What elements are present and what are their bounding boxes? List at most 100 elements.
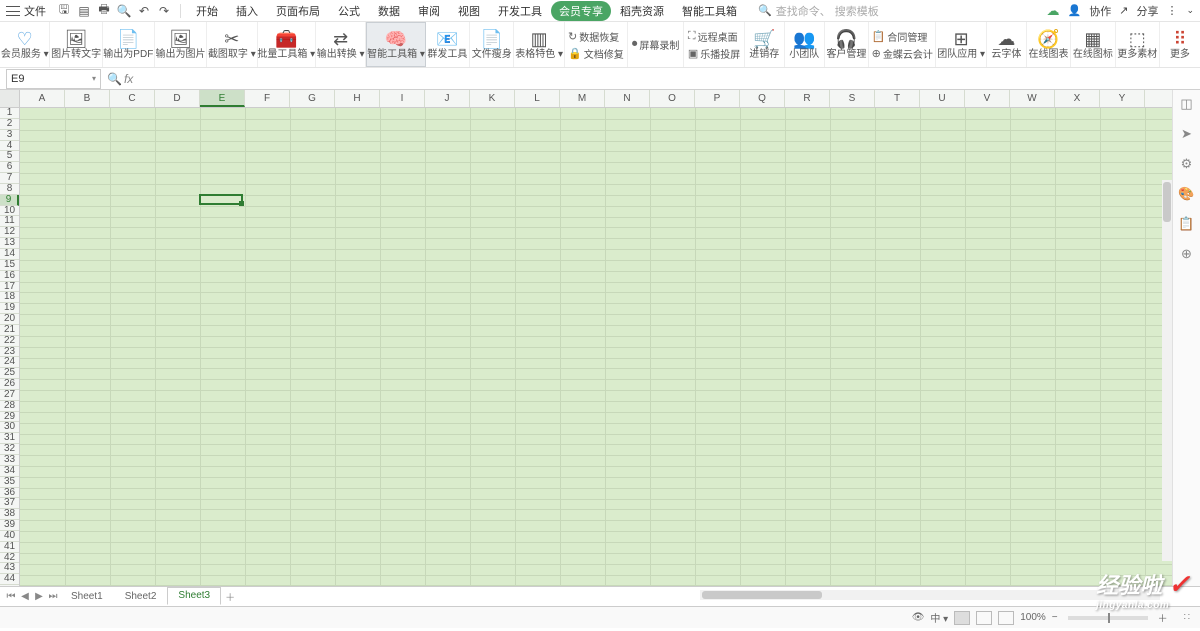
ribbon-输出转换[interactable]: ⇄输出转换 ▾ (316, 22, 366, 67)
ribbon-表格特色[interactable]: ▥表格特色 ▾ (514, 22, 564, 67)
ribbon-群发工具[interactable]: 📧群发工具 (426, 22, 470, 67)
column-header-M[interactable]: M (560, 90, 605, 107)
column-header-Y[interactable]: Y (1100, 90, 1145, 107)
arrow-icon[interactable]: ➤ (1181, 126, 1192, 142)
fill-handle[interactable] (239, 201, 244, 206)
row-header-16[interactable]: 16 (0, 271, 19, 282)
namebox-dropdown-icon[interactable]: ▾ (92, 74, 96, 83)
column-header-D[interactable]: D (155, 90, 200, 107)
share-label[interactable]: 分享 (1136, 3, 1158, 19)
row-header-41[interactable]: 41 (0, 542, 19, 553)
tab-智能工具箱[interactable]: 智能工具箱 (673, 0, 746, 22)
ribbon-输出为PDF[interactable]: 📄输出为PDF (103, 22, 155, 67)
fx-button[interactable]: 🔍 fx (107, 72, 133, 86)
undo-icon[interactable]: ↶ (136, 3, 152, 19)
tab-插入[interactable]: 插入 (227, 0, 267, 22)
ribbon-数据恢复[interactable]: ↻数据恢复 (568, 29, 624, 44)
ribbon-客户管理[interactable]: 🎧客户管理 (825, 22, 869, 67)
row-header-9[interactable]: 9 (0, 195, 19, 206)
cloud-icon[interactable]: ☁︎ (1047, 3, 1060, 19)
column-header-L[interactable]: L (515, 90, 560, 107)
dropdown-icon[interactable]: ⌄ (1186, 5, 1194, 16)
print-icon[interactable]: 🖶 (96, 3, 112, 19)
search-box[interactable]: 🔍 查找命令、 搜索模板 (758, 3, 879, 19)
ribbon-批量工具箱[interactable]: 🧰批量工具箱 ▾ (258, 22, 316, 67)
column-header-V[interactable]: V (965, 90, 1010, 107)
column-header-P[interactable]: P (695, 90, 740, 107)
vertical-scrollbar[interactable] (1162, 180, 1172, 561)
column-header-S[interactable]: S (830, 90, 875, 107)
file-menu[interactable]: 文件 (24, 3, 46, 19)
ribbon-金蝶云会计[interactable]: ⊕金蝶云会计 (872, 46, 933, 61)
select-all-corner[interactable] (0, 90, 19, 108)
tab-会员专享[interactable]: 会员专享 (551, 1, 611, 21)
name-box[interactable]: E9 ▾ (6, 69, 101, 89)
zoom-slider[interactable] (1068, 616, 1148, 620)
zoom-slider-thumb[interactable] (1108, 613, 1110, 623)
plus-icon[interactable]: ⊕ (1181, 246, 1192, 262)
ribbon-文件瘦身[interactable]: 📄文件瘦身 (470, 22, 514, 67)
column-header-E[interactable]: E (200, 90, 245, 107)
tab-开发工具[interactable]: 开发工具 (489, 0, 551, 22)
column-header-H[interactable]: H (335, 90, 380, 107)
column-header-K[interactable]: K (470, 90, 515, 107)
horizontal-scrollbar[interactable] (700, 590, 1160, 600)
column-header-R[interactable]: R (785, 90, 830, 107)
more-icon[interactable]: ⋮ (1166, 4, 1178, 17)
sheet-tab-Sheet1[interactable]: Sheet1 (60, 588, 114, 605)
share-icon[interactable]: ↗ (1119, 4, 1128, 17)
row-header-35[interactable]: 35 (0, 477, 19, 488)
view-normal[interactable] (954, 611, 970, 625)
tab-审阅[interactable]: 审阅 (409, 0, 449, 22)
vscroll-thumb[interactable] (1163, 182, 1171, 222)
ribbon-截图取字[interactable]: ✂截图取字 ▾ (207, 22, 257, 67)
sheet-tab-Sheet2[interactable]: Sheet2 (114, 588, 168, 605)
ribbon-图片转文字[interactable]: 🖼图片转文字 (50, 22, 102, 67)
palette-icon[interactable]: 🎨 (1178, 186, 1194, 202)
add-sheet-button[interactable]: ＋ (221, 589, 239, 604)
column-header-N[interactable]: N (605, 90, 650, 107)
selected-cell[interactable] (199, 194, 243, 205)
ribbon-团队应用[interactable]: ⊞团队应用 ▾ (936, 22, 986, 67)
column-header-Q[interactable]: Q (740, 90, 785, 107)
ribbon-更多素材[interactable]: ⬚更多素材 (1116, 22, 1160, 67)
sheet-tab-Sheet3[interactable]: Sheet3 (167, 587, 221, 605)
ribbon-云字体[interactable]: ☁︎云字体 (987, 22, 1027, 67)
column-header-U[interactable]: U (920, 90, 965, 107)
ribbon-乐播投屏[interactable]: ▣乐播投屏 (688, 46, 740, 61)
tab-开始[interactable]: 开始 (187, 0, 227, 22)
sheet-nav-last[interactable]: ⏭ (46, 591, 60, 602)
new-icon[interactable]: ▤ (76, 3, 92, 19)
ribbon-远程桌面[interactable]: ⛶远程桌面 (688, 29, 740, 44)
eye-icon[interactable]: 👁 (912, 612, 925, 623)
column-header-X[interactable]: X (1055, 90, 1100, 107)
row-header-28[interactable]: 28 (0, 401, 19, 412)
settings-icon[interactable]: ⚙ (1181, 156, 1193, 172)
formula-input[interactable] (139, 69, 1200, 89)
preview-icon[interactable]: 🔍 (116, 3, 132, 19)
zoom-in-button[interactable]: ＋ (1158, 610, 1168, 625)
ribbon-屏幕录制[interactable]: ⏺屏幕录制 (632, 37, 680, 52)
ribbon-智能工具箱[interactable]: 🧠智能工具箱 ▾ (366, 22, 425, 67)
ribbon-更多[interactable]: ⠿更多 (1160, 22, 1200, 67)
tab-公式[interactable]: 公式 (329, 0, 369, 22)
column-header-T[interactable]: T (875, 90, 920, 107)
ribbon-在线图标[interactable]: ▦在线图标 (1071, 22, 1115, 67)
sheet-nav-first[interactable]: ⏮ (4, 591, 18, 602)
column-header-A[interactable]: A (20, 90, 65, 107)
ribbon-在线图表[interactable]: 🧭在线图表 (1027, 22, 1071, 67)
tab-视图[interactable]: 视图 (449, 0, 489, 22)
tab-数据[interactable]: 数据 (369, 0, 409, 22)
cells-grid[interactable] (20, 108, 1172, 586)
status-more-icon[interactable]: ∷ (1184, 612, 1192, 623)
collab-label[interactable]: 协作 (1089, 3, 1111, 19)
column-header-G[interactable]: G (290, 90, 335, 107)
sheet-nav-next[interactable]: ▶ (32, 591, 46, 602)
tab-稻壳资源[interactable]: 稻壳资源 (611, 0, 673, 22)
row-header-3[interactable]: 3 (0, 130, 19, 141)
menu-icon[interactable] (6, 6, 20, 16)
encode-label[interactable]: 中 ▾ (930, 610, 948, 625)
redo-icon[interactable]: ↷ (156, 3, 172, 19)
tab-页面布局[interactable]: 页面布局 (267, 0, 329, 22)
view-page-break[interactable] (998, 611, 1014, 625)
